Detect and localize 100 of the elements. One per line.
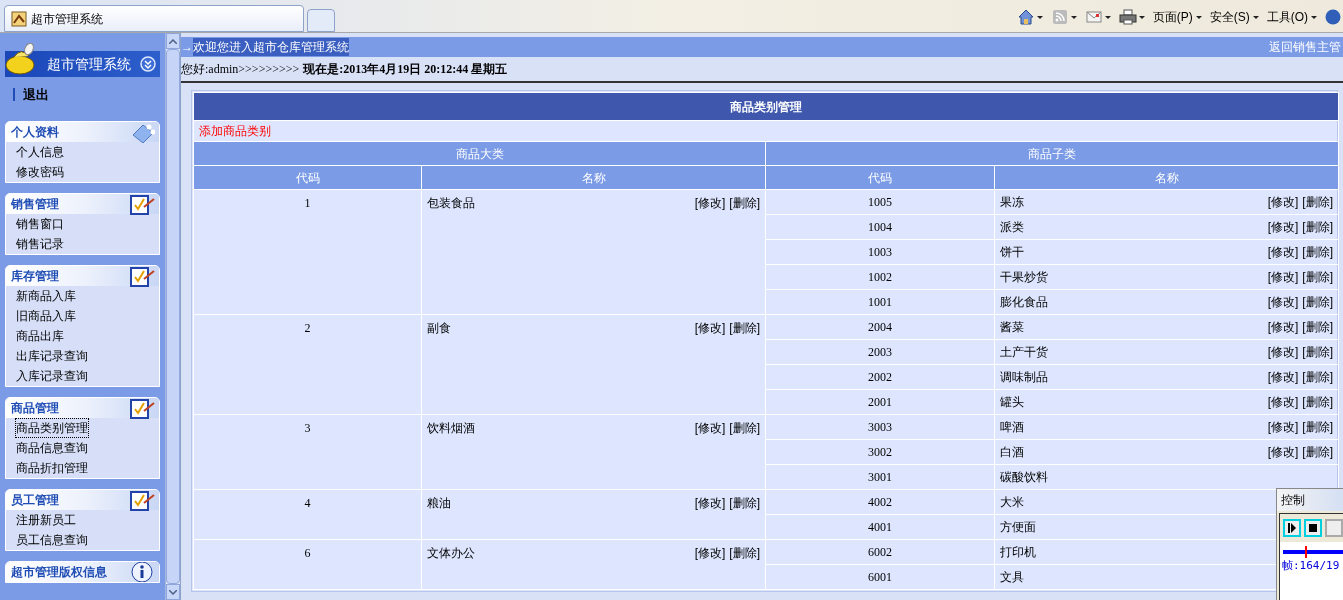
- scroll-up-button[interactable]: [166, 33, 180, 49]
- action-link[interactable]: [修改]: [1267, 218, 1299, 236]
- table-cell: 2004: [868, 320, 892, 334]
- action-link[interactable]: [修改]: [694, 494, 726, 512]
- menu-button[interactable]: 页面(P): [1152, 8, 1202, 26]
- scroll-down-button[interactable]: [166, 584, 180, 600]
- action-link[interactable]: [修改]: [694, 544, 726, 562]
- sidebar-link[interactable]: 个人信息: [16, 142, 64, 161]
- scrollbar-thumb[interactable]: [166, 49, 180, 584]
- action-link[interactable]: [修改]: [1267, 193, 1299, 211]
- action-link[interactable]: [删除]: [1302, 368, 1333, 386]
- action-link[interactable]: [修改]: [1267, 368, 1299, 386]
- section-header[interactable]: 个人资料: [6, 121, 159, 142]
- table-cell: 6002: [868, 545, 892, 559]
- section-title: 销售管理: [11, 195, 59, 213]
- table-cell-text: 酱菜: [1000, 319, 1024, 336]
- table-cell-text: 干果炒货: [1000, 269, 1048, 286]
- action-link[interactable]: [删除]: [1302, 218, 1333, 236]
- section-header[interactable]: 销售管理: [6, 193, 159, 214]
- action-link[interactable]: [修改]: [1267, 293, 1299, 311]
- sidebar-link[interactable]: 销售窗口: [16, 214, 64, 233]
- action-link[interactable]: [修改]: [694, 419, 726, 437]
- sidebar-link[interactable]: 旧商品入库: [16, 306, 76, 325]
- table-cell: 3002: [868, 445, 892, 459]
- page-icon: [11, 10, 27, 27]
- action-link[interactable]: [删除]: [1302, 418, 1333, 436]
- table-cell: 6: [304, 546, 311, 560]
- action-link[interactable]: [删除]: [1302, 193, 1333, 211]
- section-header[interactable]: 超市管理版权信息: [6, 561, 159, 582]
- table-title: 商品类别管理: [193, 92, 1339, 121]
- section-title: 员工管理: [11, 491, 59, 509]
- table-cell-text: 派类: [1000, 219, 1024, 236]
- slider-thumb[interactable]: [1304, 546, 1307, 558]
- logo-drawing: [5, 43, 37, 75]
- section-header[interactable]: 员工管理: [6, 489, 159, 510]
- action-link[interactable]: [修改]: [694, 194, 726, 212]
- action-link[interactable]: [修改]: [1267, 418, 1299, 436]
- table-cell: 2001: [868, 395, 892, 409]
- action-link[interactable]: [删除]: [729, 319, 760, 337]
- sidebar-link[interactable]: 注册新员工: [16, 510, 76, 529]
- sidebar-link[interactable]: 员工信息查询: [16, 530, 88, 549]
- caret-icon: [1070, 15, 1077, 19]
- caret-icon: [1104, 15, 1111, 19]
- play-icon: [1288, 523, 1296, 533]
- action-link[interactable]: [修改]: [1267, 268, 1299, 286]
- home-button[interactable]: [1016, 9, 1043, 25]
- action-link[interactable]: [删除]: [1302, 393, 1333, 411]
- column-header: 名称: [994, 165, 1339, 190]
- feed-button[interactable]: [1050, 9, 1077, 25]
- section-header[interactable]: 库存管理: [6, 265, 159, 286]
- sidebar-link[interactable]: 修改密码: [16, 162, 64, 181]
- window-title: 控制: [1277, 489, 1343, 511]
- action-link[interactable]: [修改]: [1267, 243, 1299, 261]
- action-link[interactable]: [删除]: [729, 419, 760, 437]
- section-header[interactable]: 商品管理: [6, 397, 159, 418]
- action-link[interactable]: [删除]: [729, 494, 760, 512]
- mail-button[interactable]: [1084, 9, 1111, 25]
- table-cell: 3: [304, 421, 311, 435]
- sidebar-link[interactable]: 入库记录查询: [16, 366, 88, 385]
- menu-button[interactable]: 工具(O): [1266, 8, 1317, 26]
- stop-button[interactable]: [1304, 519, 1322, 537]
- arrow-icon: →: [181, 38, 193, 56]
- print-button[interactable]: [1118, 9, 1145, 25]
- column-header: 代码: [193, 165, 422, 190]
- help-icon: [1325, 9, 1341, 25]
- action-link[interactable]: [删除]: [1302, 343, 1333, 361]
- sidebar-link[interactable]: 新商品入库: [16, 286, 76, 305]
- action-link[interactable]: [删除]: [1302, 268, 1333, 286]
- action-link[interactable]: [删除]: [1302, 443, 1333, 461]
- column-header: 名称: [421, 165, 766, 190]
- help-button[interactable]: [1325, 9, 1341, 25]
- menu-button[interactable]: 安全(S): [1209, 8, 1259, 26]
- sidebar-link[interactable]: 商品信息查询: [16, 438, 88, 457]
- table-cell: 1001: [868, 295, 892, 309]
- table-cell-text: 土产干货: [1000, 344, 1048, 361]
- sidebar-link[interactable]: 销售记录: [16, 234, 64, 253]
- sidebar-link[interactable]: 商品类别管理: [16, 418, 88, 437]
- table-cell-text: 打印机: [1000, 544, 1036, 561]
- browser-tab[interactable]: 超市管理系统: [4, 5, 304, 32]
- play-button[interactable]: [1283, 519, 1301, 537]
- table-cell: 2: [304, 321, 311, 335]
- action-link[interactable]: [删除]: [1302, 243, 1333, 261]
- table-cell-text: 饼干: [1000, 244, 1024, 261]
- action-link[interactable]: [修改]: [1267, 343, 1299, 361]
- action-link[interactable]: [修改]: [694, 319, 726, 337]
- action-link[interactable]: [删除]: [729, 544, 760, 562]
- table-cell-text: 文具: [1000, 569, 1024, 586]
- action-link[interactable]: [删除]: [1302, 293, 1333, 311]
- action-link[interactable]: [删除]: [729, 194, 760, 212]
- sidebar-link[interactable]: 商品折扣管理: [16, 458, 88, 477]
- sidebar-link[interactable]: 出库记录查询: [16, 346, 88, 365]
- action-link[interactable]: [修改]: [1267, 393, 1299, 411]
- greeting-text: 您好:admin>>>>>>>>>: [181, 61, 300, 78]
- section-title: 库存管理: [11, 267, 59, 285]
- sidebar-link[interactable]: 商品出库: [16, 326, 64, 345]
- logout-link[interactable]: 退出: [23, 85, 49, 105]
- action-link[interactable]: [修改]: [1267, 318, 1299, 336]
- action-link[interactable]: [修改]: [1267, 443, 1299, 461]
- caret-icon: [1195, 15, 1202, 19]
- action-link[interactable]: [删除]: [1302, 318, 1333, 336]
